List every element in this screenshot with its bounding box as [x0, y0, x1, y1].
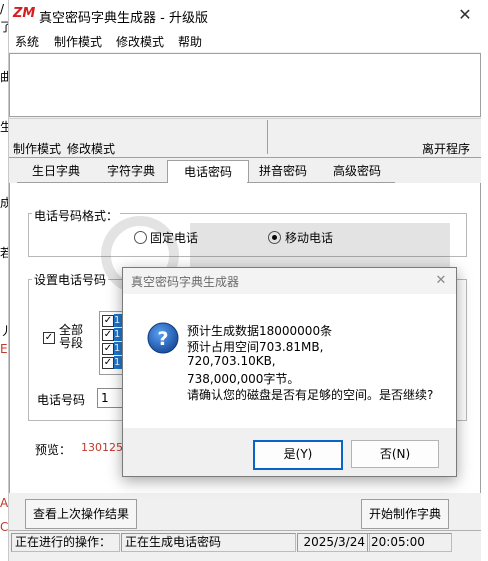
menu-modify-mode[interactable]: 修改模式: [116, 33, 164, 50]
radio-mobile-label: 移动电话: [285, 231, 334, 245]
phone-number-label: 电话号码: [37, 393, 86, 407]
tab-advanced[interactable]: 高级密码: [319, 160, 395, 183]
mode-modify-button[interactable]: 修改模式: [67, 140, 115, 157]
tab-strip: 生日字典 字符字典 电话密码 拼音密码 高级密码: [9, 160, 481, 184]
divider: [267, 120, 268, 154]
status-label: 正在进行的操作：: [11, 533, 120, 552]
radio-landline[interactable]: [134, 231, 147, 244]
menu-make-mode[interactable]: 制作模式: [54, 33, 102, 50]
segment-item[interactable]: ✓ 1: [102, 356, 124, 369]
menu-bar: 系统 制作模式 修改模式 帮助: [9, 30, 481, 52]
dialog-message-line: 请确认您的磁盘是否有足够的空间。是否继续?: [187, 388, 434, 402]
segment-checkbox[interactable]: ✓: [102, 343, 114, 355]
log-textbox[interactable]: [9, 53, 481, 117]
radio-mobile[interactable]: [268, 231, 281, 244]
dialog-message-line: 720,703.10KB,: [187, 354, 276, 368]
bottom-button-area: 查看上次操作结果 开始制作字典: [9, 493, 481, 531]
close-button[interactable]: ✕: [453, 3, 477, 27]
dialog-message-line: 预计生成数据18000000条: [187, 324, 333, 338]
dialog-title: 真空密码字典生成器: [131, 275, 240, 289]
title-bar[interactable]: ZM 真空密码字典生成器 - 升级版 ✕: [9, 0, 481, 30]
segment-checkbox[interactable]: ✓: [102, 315, 114, 327]
close-icon: ✕: [458, 5, 472, 24]
yes-button[interactable]: 是(Y): [253, 440, 343, 470]
app-logo-icon: ZM: [13, 6, 36, 21]
status-date: 2025/3/24: [297, 533, 370, 552]
menu-system[interactable]: 系统: [15, 33, 39, 50]
dialog-message-line: 预计占用空间703.81MB,: [187, 340, 324, 354]
confirm-dialog: 真空密码字典生成器 ✕ ? 预计生成数据18000000条 预计占用空间703.…: [122, 267, 457, 477]
all-segments-label-1: 全部: [59, 323, 84, 337]
radio-landline-label: 固定电话: [150, 231, 199, 245]
segment-item[interactable]: ✓ 1: [102, 342, 124, 355]
dialog-footer: 是(Y) 否(N): [123, 428, 456, 476]
bg-fragment: A: [0, 496, 9, 510]
mode-make-button[interactable]: 制作模式: [13, 140, 61, 157]
preview-label: 预览：: [35, 443, 72, 457]
dialog-close-button[interactable]: ✕: [431, 271, 451, 291]
start-make-dictionary-button[interactable]: 开始制作字典: [361, 499, 449, 529]
segment-checkbox[interactable]: ✓: [102, 329, 114, 341]
dialog-title-bar[interactable]: 真空密码字典生成器 ✕: [123, 268, 456, 294]
bg-fragment: E: [0, 342, 8, 356]
dialog-body: ? 预计生成数据18000000条 预计占用空间703.81MB, 720,70…: [123, 294, 456, 428]
exit-program-button[interactable]: 离开程序: [422, 140, 470, 157]
status-operation: 正在生成电话密码: [121, 533, 296, 552]
no-button[interactable]: 否(N): [351, 440, 439, 468]
segment-item[interactable]: ✓ 1: [102, 328, 124, 341]
tab-birthday[interactable]: 生日字典: [17, 160, 95, 183]
status-time: 20:05:00: [367, 533, 452, 552]
tab-phone[interactable]: 电话密码: [167, 160, 249, 183]
svg-text:?: ?: [157, 328, 168, 350]
phone-format-label: 电话号码格式：: [32, 207, 121, 224]
bg-fragment: /: [0, 2, 5, 16]
dialog-message-line: 738,000,000字节。: [187, 372, 300, 386]
menu-help[interactable]: 帮助: [178, 33, 202, 50]
tab-pinyin[interactable]: 拼音密码: [247, 160, 319, 183]
phone-segment-label: 设置电话号码: [32, 271, 109, 288]
segment-item[interactable]: ✓ 1: [102, 314, 124, 327]
window-title: 真空密码字典生成器 - 升级版: [39, 11, 208, 26]
segment-checkbox[interactable]: ✓: [102, 357, 114, 369]
close-icon: ✕: [435, 273, 447, 288]
all-segments-label-2: 号段: [59, 336, 84, 350]
all-segments-checkbox[interactable]: ✓: [43, 332, 55, 344]
mode-bar: 制作模式 修改模式 离开程序: [9, 118, 481, 158]
tab-character[interactable]: 字符字典: [95, 160, 167, 183]
view-last-result-button[interactable]: 查看上次操作结果: [25, 499, 137, 529]
question-icon: ?: [147, 322, 179, 354]
background-desktop: / 了 曲 生 成 若 丿 E A Ce: [0, 0, 16, 561]
status-bar: 正在进行的操作： 正在生成电话密码 2025/3/24 20:05:00: [9, 530, 481, 553]
